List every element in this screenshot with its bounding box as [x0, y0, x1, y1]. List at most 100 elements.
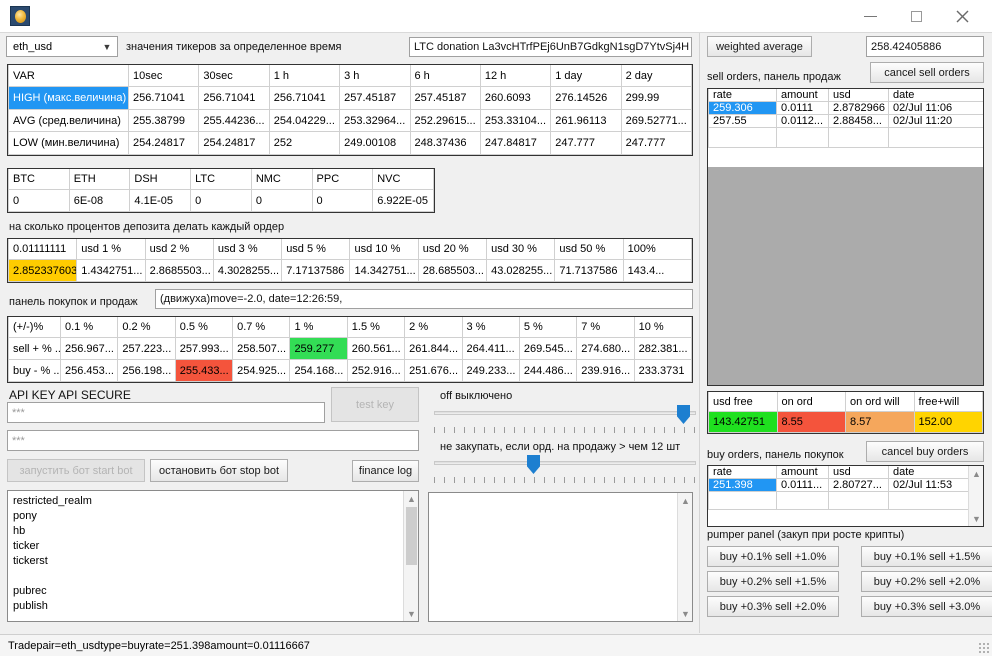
- buy-amount[interactable]: 0.0111...: [776, 478, 829, 492]
- movement-status-field[interactable]: (движуха)move=-2.0, date=12:26:59,: [155, 289, 693, 309]
- trade-buy-cell-9[interactable]: 239.916...: [576, 359, 635, 382]
- funds-cell-1[interactable]: 8.55: [776, 411, 846, 433]
- trade-sell-cell-1[interactable]: 257.223...: [117, 337, 176, 361]
- sell-usd[interactable]: 2.88458...: [828, 114, 889, 128]
- slider-top-track[interactable]: [434, 411, 696, 415]
- output-list-scrollbar[interactable]: ▲ ▼: [677, 493, 692, 621]
- sell-rate[interactable]: 257.55: [708, 114, 777, 128]
- ticker-cell-3[interactable]: 257.45187: [339, 86, 411, 110]
- buy-date[interactable]: 02/Jul 11:53: [888, 478, 968, 492]
- sell-amount[interactable]: 0.0111: [776, 101, 829, 115]
- list-item[interactable]: [13, 569, 418, 584]
- table-row[interactable]: [708, 127, 983, 148]
- slider-bottom[interactable]: [434, 455, 696, 485]
- table-row[interactable]: 257.55 0.0112... 2.88458... 02/Jul 11:20: [708, 114, 983, 128]
- scroll-thumb[interactable]: [406, 507, 417, 565]
- slider-top[interactable]: [434, 405, 696, 435]
- ticker-cell-5[interactable]: 247.84817: [479, 131, 552, 155]
- deposit-cell-7[interactable]: 43.028255...: [486, 259, 556, 282]
- pumper-button-left-2[interactable]: buy +0.3% sell +2.0%: [707, 596, 839, 617]
- sell-date[interactable]: 02/Jul 11:20: [888, 114, 983, 128]
- deposit-cell-6[interactable]: 28.685503...: [417, 259, 488, 282]
- ticker-cell-1[interactable]: 255.44236...: [198, 108, 270, 133]
- trade-buy-label[interactable]: buy - % ...: [8, 359, 61, 382]
- slider-bottom-track[interactable]: [434, 461, 696, 465]
- ticker-cell-7[interactable]: 247.777: [620, 131, 692, 155]
- ticker-cell-4[interactable]: 248.37436: [409, 131, 481, 155]
- sell-usd[interactable]: 2.8782966: [828, 101, 889, 115]
- buy-empty-cell[interactable]: [828, 491, 889, 510]
- ticker-cell-5[interactable]: 253.33104...: [479, 108, 552, 133]
- ticker-row-label[interactable]: HIGH (макс.величина): [8, 86, 129, 110]
- deposit-cell-5[interactable]: 14.342751...: [349, 259, 419, 282]
- ticker-cell-0[interactable]: 255.38799: [127, 108, 200, 133]
- pair-select[interactable]: eth_usd ▼: [6, 36, 118, 57]
- table-row[interactable]: 259.306 0.0111 2.8782966 02/Jul 11:06: [708, 101, 983, 115]
- close-button[interactable]: [939, 0, 985, 33]
- buy-rate[interactable]: 251.398: [708, 478, 777, 492]
- funds-cell-3[interactable]: 152.00: [913, 411, 983, 433]
- ticker-cell-2[interactable]: 252: [268, 131, 341, 155]
- trade-sell-cell-3[interactable]: 258.507...: [232, 337, 291, 361]
- sell-empty-cell[interactable]: [776, 127, 829, 148]
- trade-sell-cell-10[interactable]: 282.381...: [633, 337, 692, 361]
- sell-empty-cell[interactable]: [828, 127, 889, 148]
- ticker-cell-0[interactable]: 256.71041: [127, 86, 200, 110]
- trade-buy-cell-6[interactable]: 251.676...: [404, 359, 463, 382]
- trade-buy-cell-3[interactable]: 254.925...: [232, 359, 291, 382]
- list-item[interactable]: ticker: [13, 539, 418, 554]
- deposit-cell-0[interactable]: 2.852337603...: [8, 259, 78, 282]
- table-row[interactable]: sell + % ... 256.967... 257.223... 257.993.…: [8, 337, 692, 361]
- table-row[interactable]: AVG (сред.величина) 255.38799 255.44236...…: [8, 108, 692, 133]
- scroll-up-icon[interactable]: ▲: [404, 491, 418, 506]
- ticker-cell-1[interactable]: 256.71041: [198, 86, 270, 110]
- trade-sell-cell-8[interactable]: 269.545...: [518, 337, 578, 361]
- weighted-average-button[interactable]: weighted average: [707, 36, 812, 57]
- trade-buy-cell-0[interactable]: 256.453...: [59, 359, 119, 382]
- list-item[interactable]: publish: [13, 599, 418, 614]
- ticker-row-label[interactable]: AVG (сред.величина): [8, 108, 129, 133]
- balance-cell-6[interactable]: 6.922E-05: [372, 189, 434, 212]
- list-item[interactable]: pubrec: [13, 584, 418, 599]
- trade-sell-cell-5[interactable]: 260.561...: [346, 337, 406, 361]
- ticker-cell-6[interactable]: 247.777: [550, 131, 622, 155]
- pumper-button-left-1[interactable]: buy +0.2% sell +1.5%: [707, 571, 839, 592]
- list-item[interactable]: restricted_realm: [13, 494, 418, 509]
- trade-sell-cell-4[interactable]: 259.277: [289, 337, 348, 361]
- stop-bot-button[interactable]: остановить бот stop bot: [150, 459, 288, 482]
- balance-cell-1[interactable]: 6E-08: [68, 189, 131, 212]
- pumper-button-right-1[interactable]: buy +0.2% sell +2.0%: [861, 571, 992, 592]
- slider-top-knob[interactable]: [677, 405, 690, 424]
- ticker-cell-1[interactable]: 254.24817: [198, 131, 270, 155]
- trade-sell-cell-7[interactable]: 264.411...: [461, 337, 520, 361]
- pumper-button-left-0[interactable]: buy +0.1% sell +1.0%: [707, 546, 839, 567]
- balance-cell-0[interactable]: 0: [8, 189, 70, 212]
- scroll-down-icon[interactable]: ▼: [678, 606, 692, 621]
- trade-buy-cell-4[interactable]: 254.168...: [289, 359, 348, 382]
- trade-buy-cell-1[interactable]: 256.198...: [117, 359, 176, 382]
- ticker-cell-2[interactable]: 254.04229...: [268, 108, 341, 133]
- trade-buy-cell-5[interactable]: 252.916...: [346, 359, 406, 382]
- sell-amount[interactable]: 0.0112...: [776, 114, 829, 128]
- slider-bottom-knob[interactable]: [527, 455, 540, 474]
- trade-sell-cell-6[interactable]: 261.844...: [404, 337, 463, 361]
- output-list[interactable]: ▲ ▼: [428, 492, 693, 622]
- deposit-cell-1[interactable]: 1.4342751...: [76, 259, 146, 282]
- ltc-donation-field[interactable]: LTC donation La3vcHTrfPEj6UnB7GdkgN1sgD7…: [409, 37, 692, 57]
- scroll-up-icon[interactable]: ▲: [969, 466, 983, 481]
- buy-empty-cell[interactable]: [776, 491, 829, 510]
- ticker-cell-5[interactable]: 260.6093: [479, 86, 552, 110]
- ticker-cell-2[interactable]: 256.71041: [268, 86, 341, 110]
- api-secret-input[interactable]: ***: [7, 430, 419, 451]
- sell-empty-cell[interactable]: [888, 127, 983, 148]
- ticker-cell-3[interactable]: 249.00108: [339, 131, 411, 155]
- minimize-button[interactable]: [847, 0, 893, 33]
- sell-rate[interactable]: 259.306: [708, 101, 777, 115]
- table-row[interactable]: buy - % ... 256.453... 256.198... 255.433..…: [8, 359, 692, 382]
- buy-empty-cell[interactable]: [888, 491, 968, 510]
- table-row[interactable]: [708, 491, 968, 510]
- finance-log-button[interactable]: finance log: [352, 460, 419, 482]
- cancel-sell-orders-button[interactable]: cancel sell orders: [870, 62, 984, 83]
- sell-empty-cell[interactable]: [708, 127, 777, 148]
- api-key-input[interactable]: ***: [7, 402, 325, 423]
